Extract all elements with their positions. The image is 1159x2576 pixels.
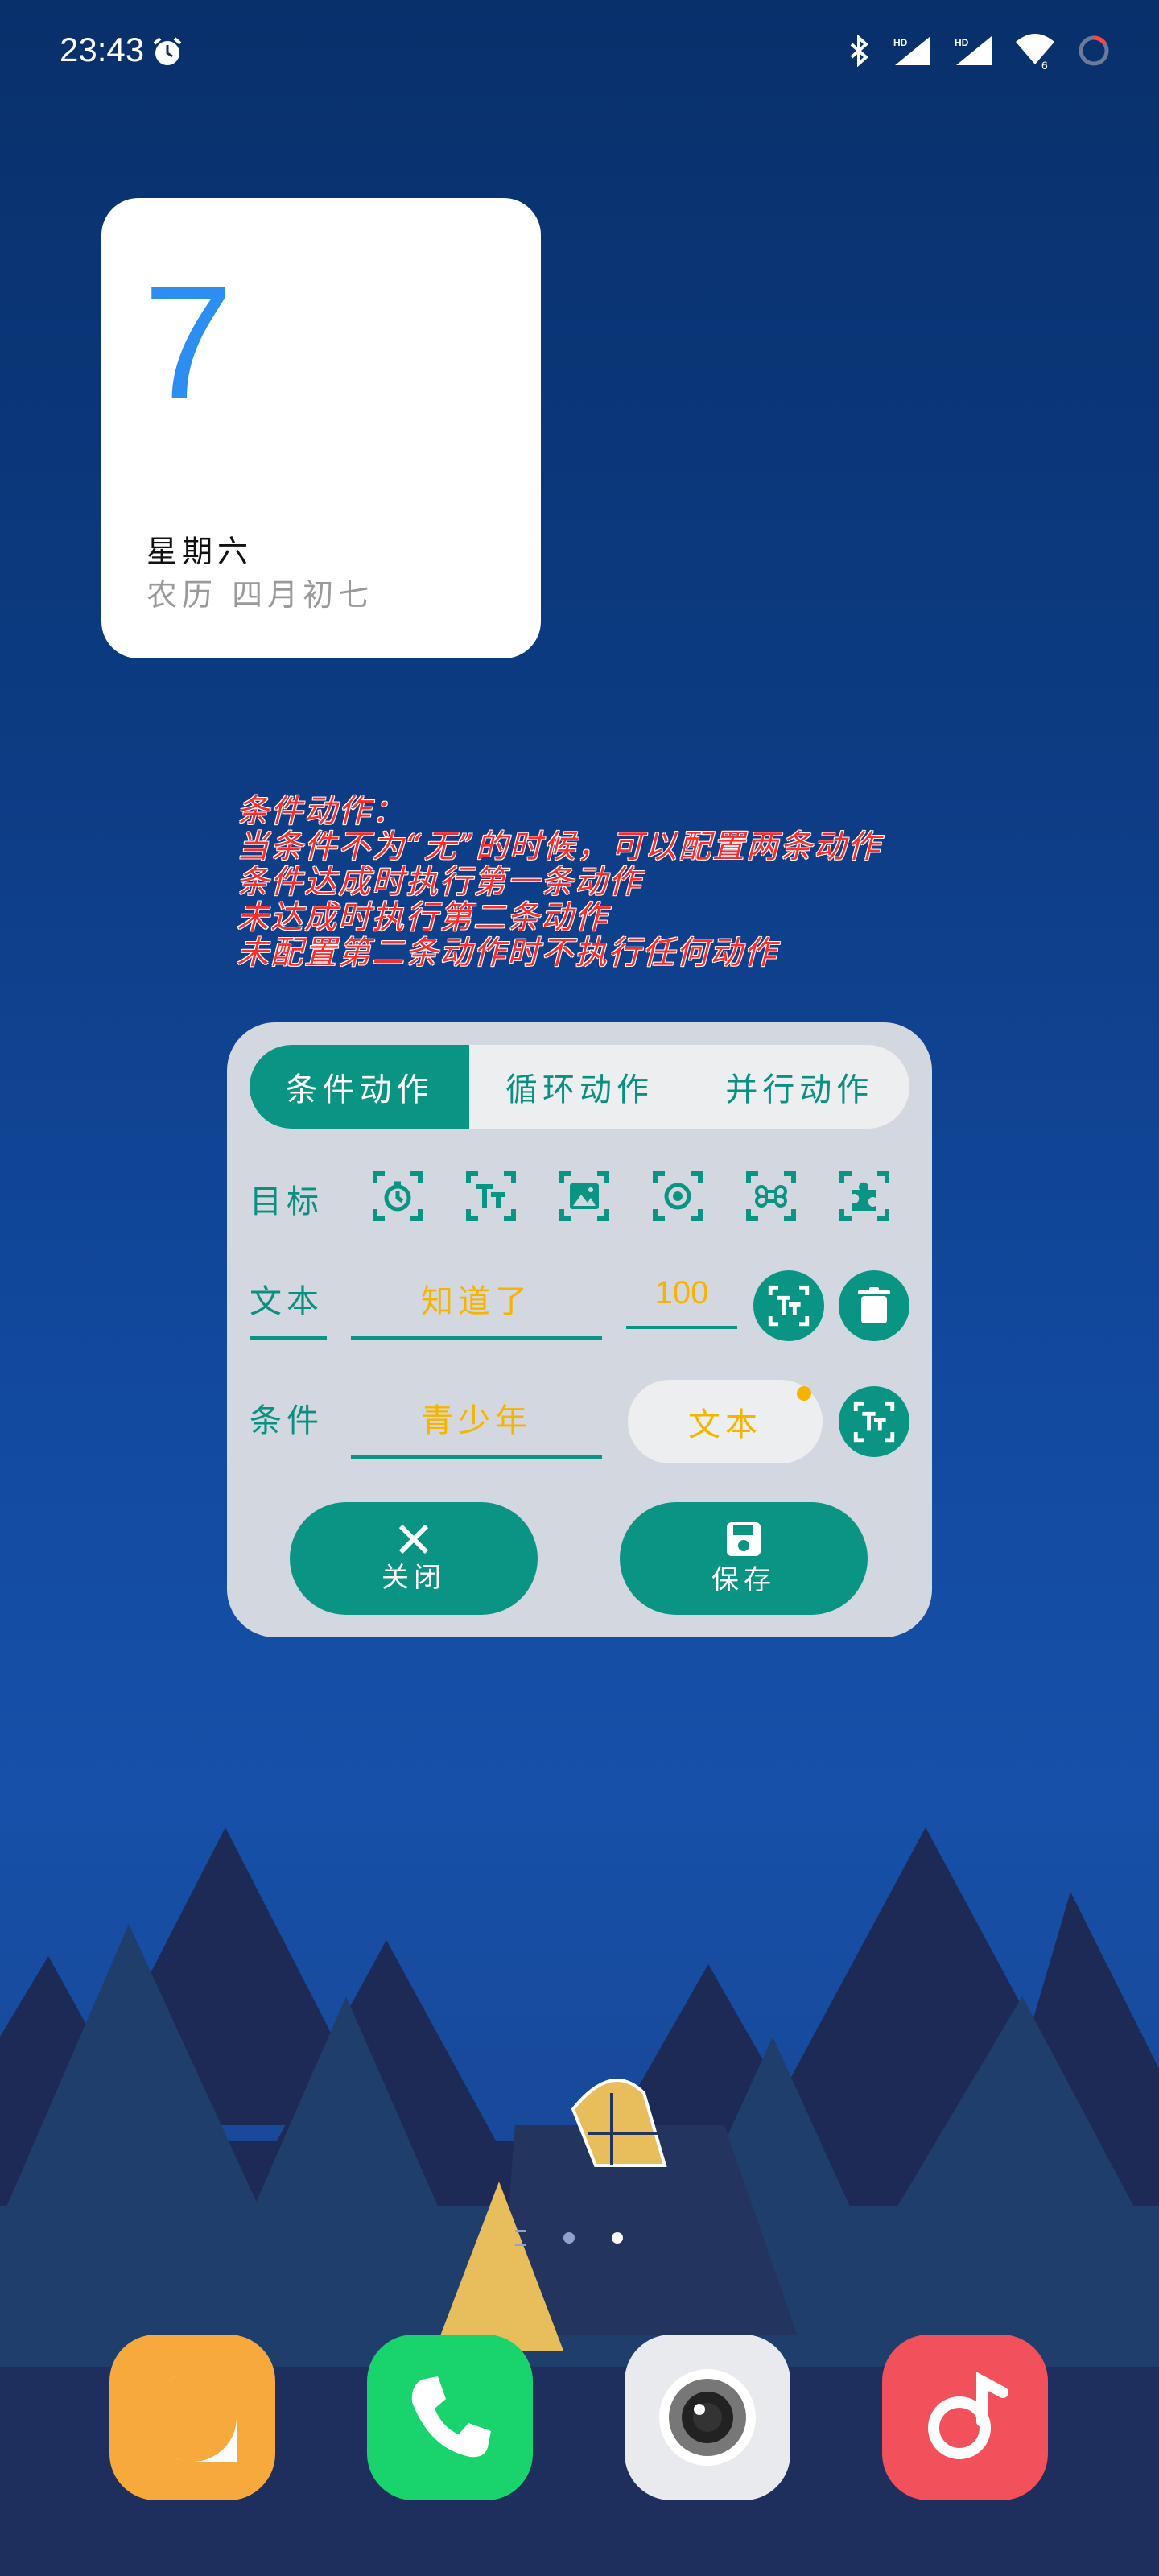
status-time: 23:43: [60, 31, 145, 68]
close-label: 关闭: [382, 1561, 446, 1594]
command-icon[interactable]: [745, 1170, 797, 1222]
music-app[interactable]: [882, 2334, 1048, 2500]
text-label: 文本: [250, 1275, 327, 1340]
tab-loop-action[interactable]: 循环动作: [469, 1045, 689, 1129]
condition-value-field[interactable]: 青少年: [351, 1394, 602, 1459]
note-line: 未达成时执行第二条动作: [237, 899, 608, 936]
messages-app[interactable]: [109, 2334, 275, 2500]
image-icon[interactable]: [559, 1170, 610, 1222]
page-indicator[interactable]: [515, 2230, 623, 2246]
save-button[interactable]: 保存: [620, 1502, 868, 1615]
delete-button[interactable]: [839, 1270, 909, 1341]
messages-icon: [148, 2373, 237, 2462]
tab-conditional-action[interactable]: 条件动作: [250, 1045, 470, 1129]
text-value-field[interactable]: 知道了: [351, 1275, 602, 1340]
calendar-day: 7: [143, 253, 233, 432]
svg-text:HD: HD: [955, 37, 969, 48]
signal-hd-icon: HD: [955, 36, 992, 65]
timer-icon[interactable]: [372, 1170, 423, 1222]
condition-text-select-button[interactable]: [839, 1386, 909, 1457]
target-row: 目标: [250, 1161, 909, 1233]
save-label: 保存: [711, 1563, 776, 1596]
locate-icon[interactable]: [652, 1170, 703, 1222]
battery-icon: [1079, 35, 1109, 66]
plugin-icon[interactable]: [839, 1170, 890, 1222]
condition-row: 条件 青少年 文本: [250, 1377, 909, 1465]
action-tabs: 条件动作 循环动作 并行动作: [250, 1045, 909, 1129]
close-button[interactable]: 关闭: [290, 1502, 538, 1615]
calendar-weekday: 星期六: [146, 534, 254, 569]
target-label: 目标: [250, 1183, 324, 1220]
close-icon: [398, 1524, 429, 1554]
signal-hd-icon: HD: [893, 36, 930, 65]
svg-text:6: 6: [1041, 59, 1048, 69]
text-select-icon: [853, 1401, 895, 1443]
note-line: 未配置第二条动作时不执行任何动作: [237, 935, 777, 972]
app-dock: [0, 2334, 1159, 2504]
action-panel: 条件动作 循环动作 并行动作 目标 文本 知道了 100 条件 青少年 文本 关…: [227, 1022, 932, 1637]
page-dot: [563, 2232, 575, 2244]
status-icons: HD HD 6: [847, 32, 1111, 69]
tab-parallel-action[interactable]: 并行动作: [690, 1045, 909, 1129]
text-select-button[interactable]: [753, 1270, 824, 1341]
music-icon: [928, 2372, 1008, 2459]
calendar-widget[interactable]: 7 星期六 农历 四月初七: [101, 198, 541, 658]
bluetooth-icon: [850, 35, 869, 67]
alarm-icon: [153, 37, 182, 65]
phone-icon: [411, 2376, 491, 2458]
camera-icon: [659, 2369, 756, 2466]
calendar-lunar-date: 农历 四月初七: [146, 577, 374, 613]
phone-app[interactable]: [367, 2334, 533, 2500]
note-line: 当条件不为“无”的时候，可以配置两条动作: [237, 828, 881, 865]
camera-app[interactable]: [625, 2334, 790, 2500]
wifi-icon: 6: [1016, 34, 1054, 69]
condition-type-button[interactable]: 文本: [628, 1380, 823, 1463]
text-icon[interactable]: [465, 1170, 517, 1222]
text-select-icon: [768, 1285, 810, 1327]
condition-label: 条件: [250, 1402, 324, 1439]
note-line: 条件达成时执行第一条动作: [237, 864, 642, 901]
status-bar: 23:43 HD HD 6: [0, 0, 1159, 105]
text-row: 文本 知道了 100: [250, 1264, 909, 1352]
note-line: 条件动作：: [237, 793, 406, 830]
svg-text:HD: HD: [893, 37, 908, 48]
page-dot-active: [612, 2232, 623, 2244]
save-icon: [727, 1521, 761, 1556]
menu-lines-icon: [515, 2230, 526, 2246]
instruction-note: 条件动作： 当条件不为“无”的时候，可以配置两条动作 条件达成时执行第一条动作 …: [237, 794, 881, 971]
text-number-field[interactable]: 100: [626, 1275, 737, 1329]
condition-type-indicator: [797, 1386, 811, 1401]
trash-icon: [858, 1287, 890, 1323]
